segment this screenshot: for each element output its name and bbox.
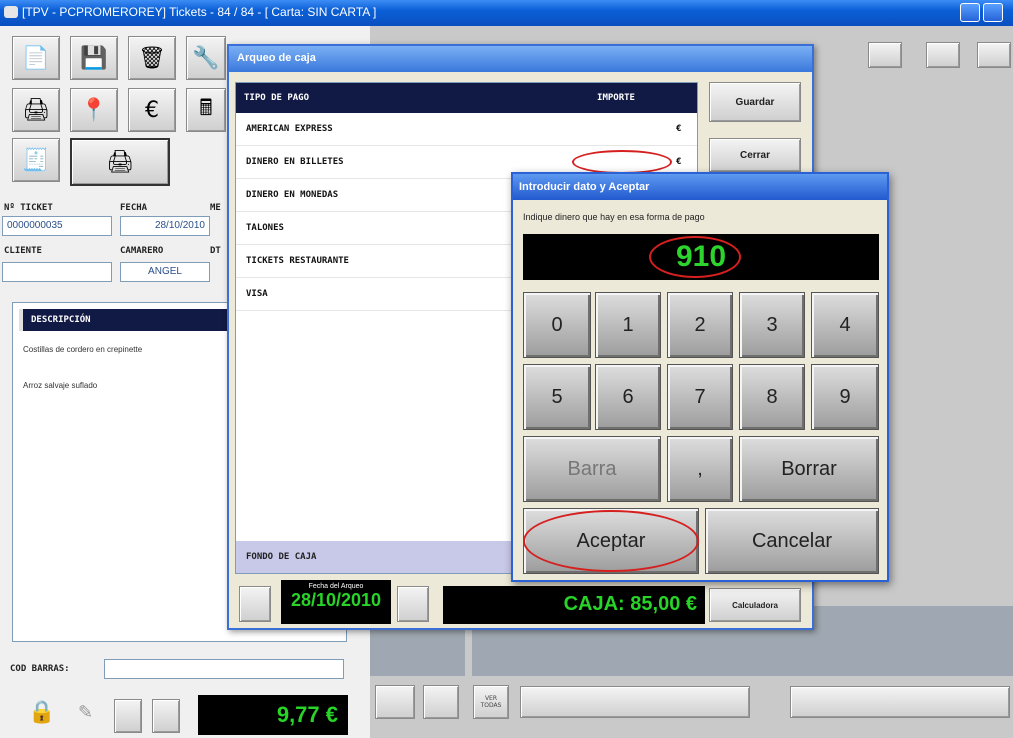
- fecha-arqueo-value: 28/10/2010: [290, 590, 382, 610]
- currency-symbol: €: [676, 157, 682, 167]
- camarero-label: CAMARERO: [120, 246, 164, 256]
- comma-key[interactable]: ,: [667, 436, 733, 502]
- input-dialog: Introducir dato y Aceptar Indique dinero…: [511, 172, 889, 582]
- fecha-arqueo-box: Fecha del Arqueo 28/10/2010: [281, 580, 391, 624]
- app-icon: [4, 6, 18, 18]
- caja-total: CAJA: 85,00 €: [443, 586, 705, 624]
- key-icon[interactable]: [977, 42, 1011, 68]
- camarero-field[interactable]: ANGEL: [120, 262, 210, 282]
- euro-icon[interactable]: €: [128, 88, 176, 132]
- register-icon[interactable]: 🖩: [186, 88, 226, 132]
- col-importe: IMPORTE: [597, 93, 635, 103]
- key-2[interactable]: 2: [667, 292, 733, 358]
- grid-header: TIPO DE PAGO IMPORTE: [236, 83, 697, 113]
- cancelar-button[interactable]: Cancelar: [705, 508, 879, 574]
- fecha-arqueo-label: Fecha del Arqueo: [308, 583, 364, 590]
- window-title-bar: [TPV - PCPROMEROREY] Tickets - 84 / 84 -…: [0, 0, 1013, 26]
- guardar-button[interactable]: Guardar: [709, 82, 801, 122]
- date-next-button[interactable]: [397, 586, 429, 622]
- tool-icon[interactable]: 🔧: [186, 36, 226, 80]
- save-icon[interactable]: 💾: [70, 36, 118, 80]
- page-up-button[interactable]: [375, 685, 415, 719]
- highlight-circle: [572, 150, 672, 174]
- barcode-input[interactable]: [104, 659, 344, 679]
- page-down-button[interactable]: [423, 685, 459, 719]
- dt-label: DT: [210, 246, 221, 256]
- wand-icon[interactable]: ✎: [78, 702, 93, 723]
- key-8[interactable]: 8: [739, 364, 805, 430]
- notes-icon[interactable]: [926, 42, 960, 68]
- pin-icon[interactable]: 📍: [70, 88, 118, 132]
- fecha-field[interactable]: 28/10/2010: [120, 216, 210, 236]
- cliente-field[interactable]: [2, 262, 112, 282]
- cash-drawer-icon[interactable]: 🖨: [70, 138, 170, 186]
- new-document-icon[interactable]: 📄: [12, 36, 60, 80]
- printer-icon[interactable]: 🖨: [12, 88, 60, 132]
- family-tab-2[interactable]: [790, 686, 1010, 718]
- table-row[interactable]: AMERICAN EXPRESS €: [236, 113, 697, 146]
- fecha-label: FECHA: [120, 203, 148, 213]
- row-label: AMERICAN EXPRESS: [246, 124, 333, 134]
- cerrar-button[interactable]: Cerrar: [709, 138, 801, 172]
- date-prev-button[interactable]: [239, 586, 271, 622]
- key-9[interactable]: 9: [811, 364, 879, 430]
- key-4[interactable]: 4: [811, 292, 879, 358]
- calculadora-button[interactable]: Calculadora: [709, 588, 801, 622]
- ver-todas-button[interactable]: VER TODAS: [473, 685, 509, 719]
- lock-icon[interactable]: 🔒: [28, 700, 55, 725]
- exit-icon[interactable]: [868, 42, 902, 68]
- highlight-circle: [523, 510, 699, 572]
- window-title: [TPV - PCPROMEROREY] Tickets - 84 / 84 -…: [22, 5, 377, 19]
- key-5[interactable]: 5: [523, 364, 591, 430]
- family-tab-1[interactable]: [520, 686, 750, 718]
- currency-symbol: €: [676, 124, 682, 134]
- key-0[interactable]: 0: [523, 292, 591, 358]
- col-tipo-pago: TIPO DE PAGO: [244, 93, 310, 103]
- cod-barras-label: COD BARRAS:: [10, 664, 70, 674]
- input-prompt: Indique dinero que hay en esa forma de p…: [523, 212, 705, 222]
- cliente-label: CLIENTE: [4, 246, 42, 256]
- ticket-total: 9,77 €: [198, 695, 348, 735]
- key-7[interactable]: 7: [667, 364, 733, 430]
- receipt-printer-icon[interactable]: 🧾: [12, 138, 60, 182]
- scroll-up-button[interactable]: [114, 699, 142, 733]
- key-3[interactable]: 3: [739, 292, 805, 358]
- me-label: ME: [210, 203, 221, 213]
- key-6[interactable]: 6: [595, 364, 661, 430]
- borrar-key[interactable]: Borrar: [739, 436, 879, 502]
- input-dialog-title: Introducir dato y Aceptar: [513, 174, 887, 200]
- ticket-number-field[interactable]: 0000000035: [2, 216, 112, 236]
- scroll-down-button[interactable]: [152, 699, 180, 733]
- trash-icon[interactable]: 🗑: [128, 36, 176, 80]
- ticket-number-label: Nº TICKET: [4, 203, 53, 213]
- minimize-button[interactable]: [960, 3, 980, 22]
- key-1[interactable]: 1: [595, 292, 661, 358]
- arqueo-title: Arqueo de caja: [229, 46, 812, 72]
- barra-key[interactable]: Barra: [523, 436, 661, 502]
- highlight-circle: [649, 236, 741, 278]
- row-label: DINERO EN BILLETES: [246, 157, 344, 167]
- maximize-button[interactable]: [983, 3, 1003, 22]
